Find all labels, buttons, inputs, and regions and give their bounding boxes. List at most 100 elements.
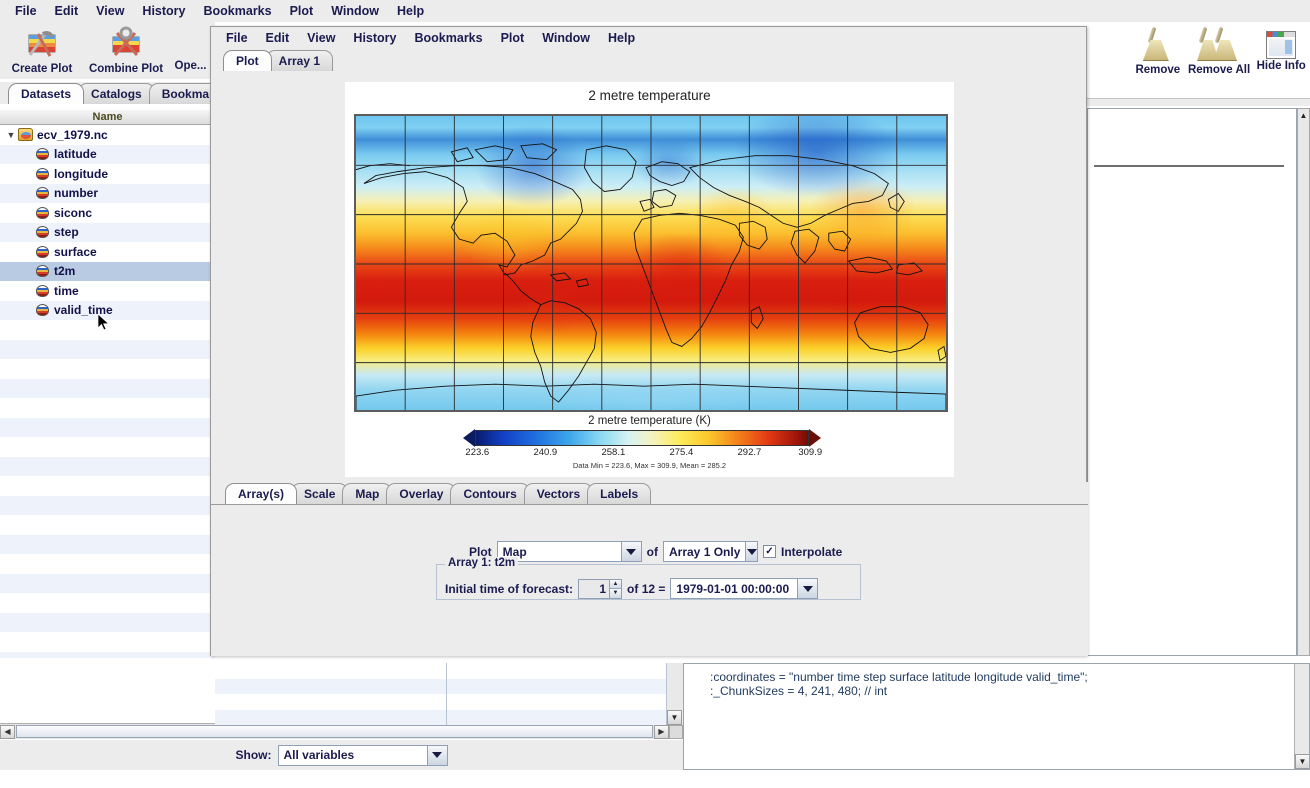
tree-item-time[interactable]: time — [0, 281, 215, 301]
tree-empty-row — [0, 417, 215, 437]
array-1-legend: Array 1: t2m — [445, 557, 519, 569]
time-index-stepper[interactable]: 1 ▲ ▼ — [578, 578, 623, 599]
stepper-down-icon[interactable]: ▼ — [610, 589, 622, 598]
colorbar-under-arrow-icon — [463, 429, 475, 447]
tab-datasets[interactable]: Datasets — [8, 83, 85, 104]
colorbar-tick-label: 258.1 — [601, 447, 626, 458]
menu-plot[interactable]: Plot — [281, 2, 323, 20]
table-row — [215, 709, 446, 725]
interpolate-checkbox[interactable]: ✓ — [763, 545, 776, 558]
tab-plot[interactable]: Plot — [223, 50, 272, 71]
tree-item-label: number — [54, 186, 99, 201]
combine-plot-icon — [108, 25, 144, 62]
colorbar[interactable] — [463, 429, 821, 447]
colorbar-ticks: 223.6 240.9 258.1 275.4 292.7 309.9 — [463, 447, 822, 459]
combine-plot-label: Combine Plot — [88, 63, 164, 75]
tree-item-number[interactable]: number — [0, 183, 215, 203]
tree-empty-row — [0, 476, 215, 496]
tree-item-longitude[interactable]: longitude — [0, 164, 215, 184]
netcdf-file-icon — [18, 128, 33, 142]
plot-menu-plot[interactable]: Plot — [492, 29, 534, 47]
tree-item-step[interactable]: step — [0, 222, 215, 242]
attributes-vscrollbar[interactable]: ▼ — [1294, 664, 1309, 769]
tree-item-label: latitude — [54, 147, 97, 162]
plot-type-select[interactable]: Map — [496, 541, 642, 562]
table-row — [215, 663, 446, 679]
scroll-up-icon[interactable]: ▲ — [1298, 109, 1309, 121]
tree-item-latitude[interactable]: latitude — [0, 144, 215, 164]
array-scope-select[interactable]: Array 1 Only — [663, 541, 758, 562]
time-count-label: of 12 = — [627, 581, 666, 596]
attributes-text-pane[interactable]: :coordinates = "number time step surface… — [683, 663, 1310, 770]
open-button[interactable]: Ope... — [168, 22, 213, 72]
combine-plot-button[interactable]: Combine Plot — [84, 22, 168, 75]
scroll-left-icon[interactable]: ◀ — [0, 724, 15, 739]
tree-root-label: ecv_1979.nc — [37, 127, 108, 142]
table-vscrollbar[interactable]: ▼ — [667, 663, 683, 725]
scroll-down-icon[interactable]: ▼ — [667, 710, 682, 725]
remove-button[interactable]: Remove — [1130, 24, 1186, 82]
stepper-up-icon[interactable]: ▲ — [610, 579, 622, 589]
create-plot-button[interactable]: Create Plot — [0, 22, 84, 75]
plot-menu-file[interactable]: File — [217, 29, 257, 47]
chevron-down-icon[interactable] — [426, 745, 447, 765]
tab-arrays[interactable]: Array(s) — [225, 483, 298, 504]
tab-overlay[interactable]: Overlay — [386, 483, 457, 504]
scroll-right-icon[interactable]: ▶ — [654, 724, 669, 739]
chevron-down-icon[interactable] — [620, 542, 641, 561]
tab-vectors[interactable]: Vectors — [523, 483, 594, 504]
chevron-down-icon[interactable] — [797, 579, 818, 598]
tab-catalogs[interactable]: Catalogs — [78, 83, 155, 104]
hide-info-button[interactable]: Hide Info — [1252, 24, 1310, 82]
menu-view[interactable]: View — [87, 2, 133, 20]
menu-file[interactable]: File — [6, 2, 46, 20]
tree-hscrollbar[interactable]: ◀ ▶ — [0, 723, 683, 739]
info-panel — [1087, 108, 1297, 656]
plot-canvas[interactable]: 2 metre temperature 2 metre temperature … — [345, 82, 954, 477]
tree-item-label: siconc — [54, 205, 93, 220]
plot-menu-view[interactable]: View — [298, 29, 344, 47]
tab-map[interactable]: Map — [342, 483, 393, 504]
menu-help[interactable]: Help — [388, 2, 433, 20]
menu-bookmarks[interactable]: Bookmarks — [195, 2, 281, 20]
tree-item-surface[interactable]: surface — [0, 242, 215, 262]
menu-window[interactable]: Window — [322, 2, 388, 20]
expand-triangle-icon[interactable]: ▼ — [4, 130, 18, 140]
plot-window: File Edit View History Bookmarks Plot Wi… — [210, 26, 1088, 656]
time-index-value: 1 — [579, 579, 610, 598]
plot-menu-window[interactable]: Window — [533, 29, 599, 47]
variable-detail-table[interactable]: ▼ — [215, 663, 683, 725]
dataset-tree[interactable]: ▼ ecv_1979.nc latitude longitude number … — [0, 125, 215, 658]
create-plot-label: Create Plot — [11, 63, 73, 75]
tab-scale[interactable]: Scale — [291, 483, 349, 504]
dataset-tabstrip: Datasets Catalogs Bookmark — [0, 82, 234, 104]
tree-item-label: step — [54, 225, 79, 240]
variable-icon — [36, 167, 49, 180]
variable-icon — [36, 187, 49, 200]
plot-menu-history[interactable]: History — [344, 29, 405, 47]
colorbar-label: 2 metre temperature (K) — [588, 415, 711, 427]
tree-item-t2m[interactable]: t2m — [0, 261, 215, 281]
tree-item-siconc[interactable]: siconc — [0, 203, 215, 223]
tab-array-1[interactable]: Array 1 — [265, 50, 334, 71]
show-variables-select[interactable]: All variables — [277, 744, 448, 766]
info-panel-vscrollbar[interactable]: ▲ — [1297, 108, 1310, 656]
tab-labels[interactable]: Labels — [587, 483, 652, 504]
chevron-down-icon[interactable] — [745, 542, 757, 561]
tree-root-row[interactable]: ▼ ecv_1979.nc — [0, 125, 215, 145]
hscroll-thumb[interactable] — [16, 725, 653, 738]
plot-menu-edit[interactable]: Edit — [257, 29, 299, 47]
menu-edit[interactable]: Edit — [46, 2, 88, 20]
scroll-down-icon[interactable]: ▼ — [1295, 754, 1309, 769]
plot-menu-bookmarks[interactable]: Bookmarks — [406, 29, 492, 47]
plot-menu-help[interactable]: Help — [599, 29, 644, 47]
map-image[interactable] — [354, 114, 948, 412]
time-value-select[interactable]: 1979-01-01 00:00:00 — [670, 578, 819, 599]
menu-history[interactable]: History — [133, 2, 194, 20]
tab-contours[interactable]: Contours — [450, 483, 530, 504]
time-value: 1979-01-01 00:00:00 — [671, 579, 798, 598]
remove-all-button[interactable]: Remove All — [1186, 24, 1253, 82]
plot-title: 2 metre temperature — [588, 88, 711, 103]
tree-item-label: longitude — [54, 166, 108, 181]
variable-icon — [36, 206, 49, 219]
